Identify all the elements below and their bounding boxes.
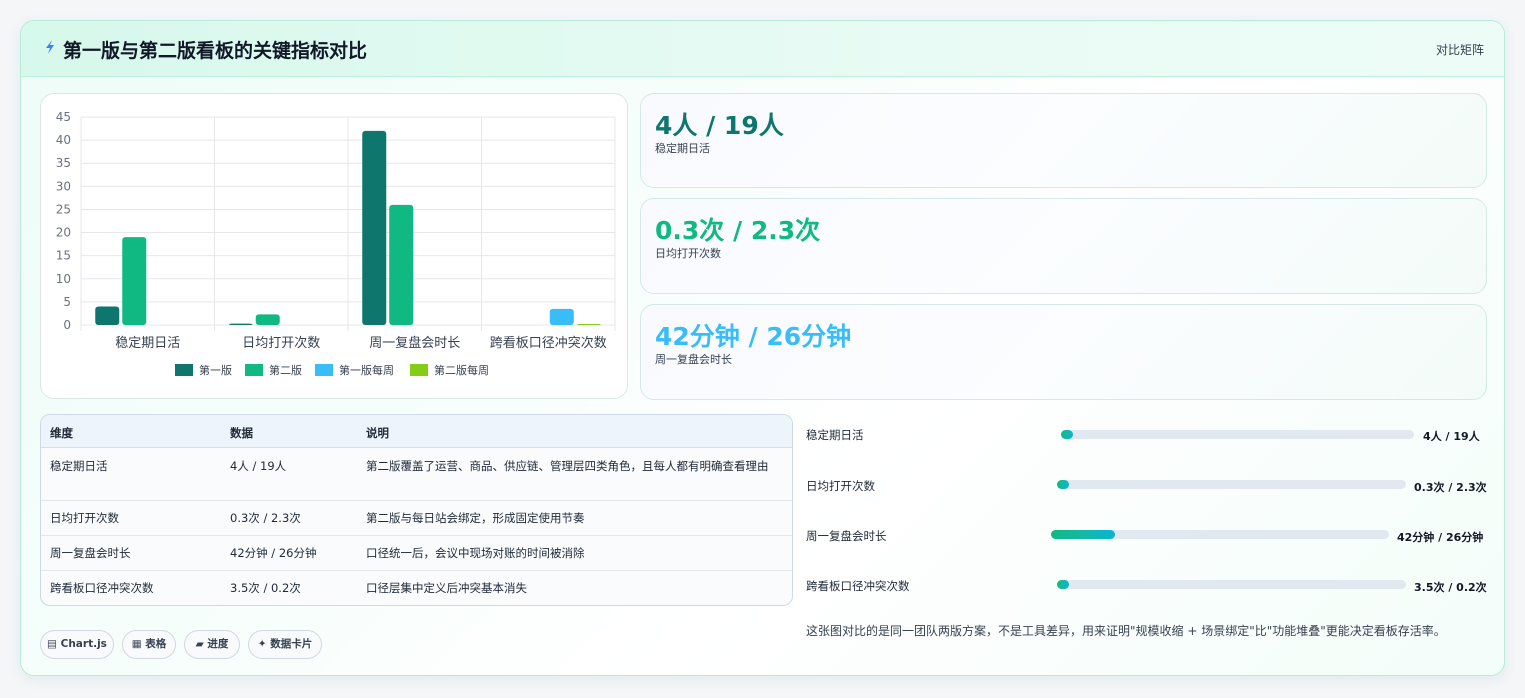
- y-tick-label: 5: [63, 295, 71, 309]
- chip-progress[interactable]: ▰ 进度: [184, 630, 240, 659]
- kpi-label: 周一复盘会时长: [655, 353, 732, 366]
- chip-label: 进度: [207, 638, 229, 650]
- progress-label: 周一复盘会时长: [806, 529, 887, 543]
- kpi-value: 4人 / 19人: [655, 111, 784, 140]
- progress-track: [1061, 430, 1414, 439]
- chip-label: Chart.js: [60, 638, 107, 650]
- cell-note: 口径层集中定义后冲突基本消失: [366, 581, 527, 595]
- table-row: 日均打开次数 0.3次 / 2.3次 第二版与每日站会绑定，形成固定使用节奏: [41, 501, 792, 536]
- bar: [576, 324, 601, 325]
- sparkle-icon: ✦: [257, 638, 267, 650]
- bar: [362, 130, 387, 325]
- bar: [389, 204, 414, 325]
- column-header: 说明: [366, 426, 389, 440]
- kpi-value: 0.3次 / 2.3次: [655, 216, 821, 245]
- kpi-card-meeting: 42分钟 / 26分钟 周一复盘会时长: [640, 304, 1487, 400]
- progress-track: [1057, 580, 1406, 589]
- page-title: 第一版与第二版看板的关键指标对比: [63, 40, 368, 62]
- panel-header: 第一版与第二版看板的关键指标对比 对比矩阵: [21, 21, 1504, 77]
- progress-track: [1051, 530, 1389, 539]
- conclusion-note: 这张图对比的是同一团队两版方案，不是工具差异，用来证明"规模收缩 + 场景绑定"…: [806, 624, 1446, 638]
- bar: [122, 237, 147, 325]
- cell-data: 42分钟 / 26分钟: [230, 546, 317, 560]
- chart-icon: ▤: [47, 638, 57, 650]
- progress-value: 4人 / 19人: [1423, 430, 1480, 443]
- chip-data-card[interactable]: ✦ 数据卡片: [248, 630, 322, 659]
- column-header: 数据: [230, 426, 253, 440]
- legend-label: 第二版: [269, 363, 302, 377]
- bar: [549, 308, 574, 325]
- comparison-table: 维度 数据 说明 稳定期日活 4人 / 19人 第二版覆盖了运营、商品、供应链、…: [40, 414, 793, 606]
- y-tick-label: 25: [56, 202, 71, 216]
- bar-chart-card: 0 5 10 15 20 25 30 35 40 45 稳定期日活 日均打开次数 周一复盘会时长 跨看板口…: [40, 93, 628, 399]
- progress-label: 跨看板口径冲突次数: [806, 579, 910, 593]
- legend-swatch: [245, 364, 263, 376]
- cell-dimension: 跨看板口径冲突次数: [50, 581, 154, 595]
- x-tick-label: 周一复盘会时长: [369, 335, 460, 351]
- chip-label: 表格: [145, 638, 167, 650]
- chip-table[interactable]: ▦ 表格: [122, 630, 176, 659]
- legend-label: 第一版: [199, 363, 232, 377]
- y-tick-label: 15: [56, 249, 71, 263]
- folder-icon: ▰: [195, 638, 204, 650]
- header-tag: 对比矩阵: [1435, 43, 1484, 57]
- cell-note: 第二版覆盖了运营、商品、供应链、管理层四类角色，且每人都有明确查看理由: [366, 459, 769, 473]
- cell-data: 3.5次 / 0.2次: [230, 581, 301, 595]
- comparison-panel: 第一版与第二版看板的关键指标对比 对比矩阵 0 5 10 15 20 25 30 35 40 45…: [20, 20, 1505, 676]
- cell-note: 第二版与每日站会绑定，形成固定使用节奏: [366, 511, 585, 525]
- progress-fill: [1051, 530, 1116, 539]
- progress-track: [1057, 480, 1406, 489]
- kpi-card-dau: 4人 / 19人 稳定期日活: [640, 93, 1487, 188]
- table-row: 跨看板口径冲突次数 3.5次 / 0.2次 口径层集中定义后冲突基本消失: [41, 571, 792, 605]
- y-tick-label: 20: [56, 226, 71, 240]
- bar: [95, 306, 120, 325]
- table-header: 维度 数据 说明: [41, 415, 792, 448]
- bar: [228, 323, 253, 325]
- table-icon: ▦: [131, 638, 142, 650]
- kpi-label: 日均打开次数: [655, 247, 721, 260]
- kpi-value: 42分钟 / 26分钟: [655, 322, 852, 351]
- table-row: 周一复盘会时长 42分钟 / 26分钟 口径统一后，会议中现场对账的时间被消除: [41, 536, 792, 571]
- lightning-icon: [46, 40, 54, 54]
- progress-fill: [1057, 480, 1070, 489]
- progress-fill: [1057, 580, 1070, 589]
- progress-value: 3.5次 / 0.2次: [1414, 581, 1487, 594]
- progress-value: 42分钟 / 26分钟: [1397, 531, 1484, 544]
- table-row: 稳定期日活 4人 / 19人 第二版覆盖了运营、商品、供应链、管理层四类角色，且…: [41, 448, 792, 501]
- legend-label: 第二版每周: [434, 363, 489, 377]
- x-tick-label: 跨看板口径冲突次数: [490, 335, 607, 351]
- x-tick-label: 稳定期日活: [115, 335, 180, 351]
- cell-data: 4人 / 19人: [230, 459, 287, 473]
- progress-label: 稳定期日活: [806, 428, 864, 442]
- x-tick-label: 日均打开次数: [242, 335, 320, 351]
- progress-value: 0.3次 / 2.3次: [1414, 481, 1487, 494]
- legend-label: 第一版每周: [339, 363, 394, 377]
- cell-note: 口径统一后，会议中现场对账的时间被消除: [366, 546, 585, 560]
- cell-data: 0.3次 / 2.3次: [230, 511, 301, 525]
- kpi-card-opens: 0.3次 / 2.3次 日均打开次数: [640, 198, 1487, 294]
- bar: [255, 314, 280, 325]
- column-header: 维度: [50, 426, 73, 440]
- legend-swatch: [175, 364, 193, 376]
- y-tick-label: 45: [56, 110, 71, 124]
- y-tick-label: 10: [56, 272, 71, 286]
- progress-fill: [1061, 430, 1074, 439]
- cell-dimension: 周一复盘会时长: [50, 546, 131, 560]
- bar-chart: 0 5 10 15 20 25 30 35 40 45 稳定期日活 日均打开次数 周一复盘会时长 跨看板口…: [56, 110, 616, 377]
- y-tick-label: 40: [56, 133, 71, 147]
- y-tick-label: 30: [56, 179, 71, 193]
- y-tick-label: 0: [63, 318, 71, 332]
- progress-label: 日均打开次数: [806, 479, 875, 493]
- chip-label: 数据卡片: [270, 638, 313, 650]
- chip-chartjs[interactable]: ▤ Chart.js: [40, 630, 114, 659]
- kpi-label: 稳定期日活: [655, 142, 710, 155]
- legend-swatch: [410, 364, 428, 376]
- y-tick-label: 35: [56, 156, 71, 170]
- cell-dimension: 稳定期日活: [50, 459, 108, 473]
- legend-swatch: [315, 364, 333, 376]
- cell-dimension: 日均打开次数: [50, 511, 119, 525]
